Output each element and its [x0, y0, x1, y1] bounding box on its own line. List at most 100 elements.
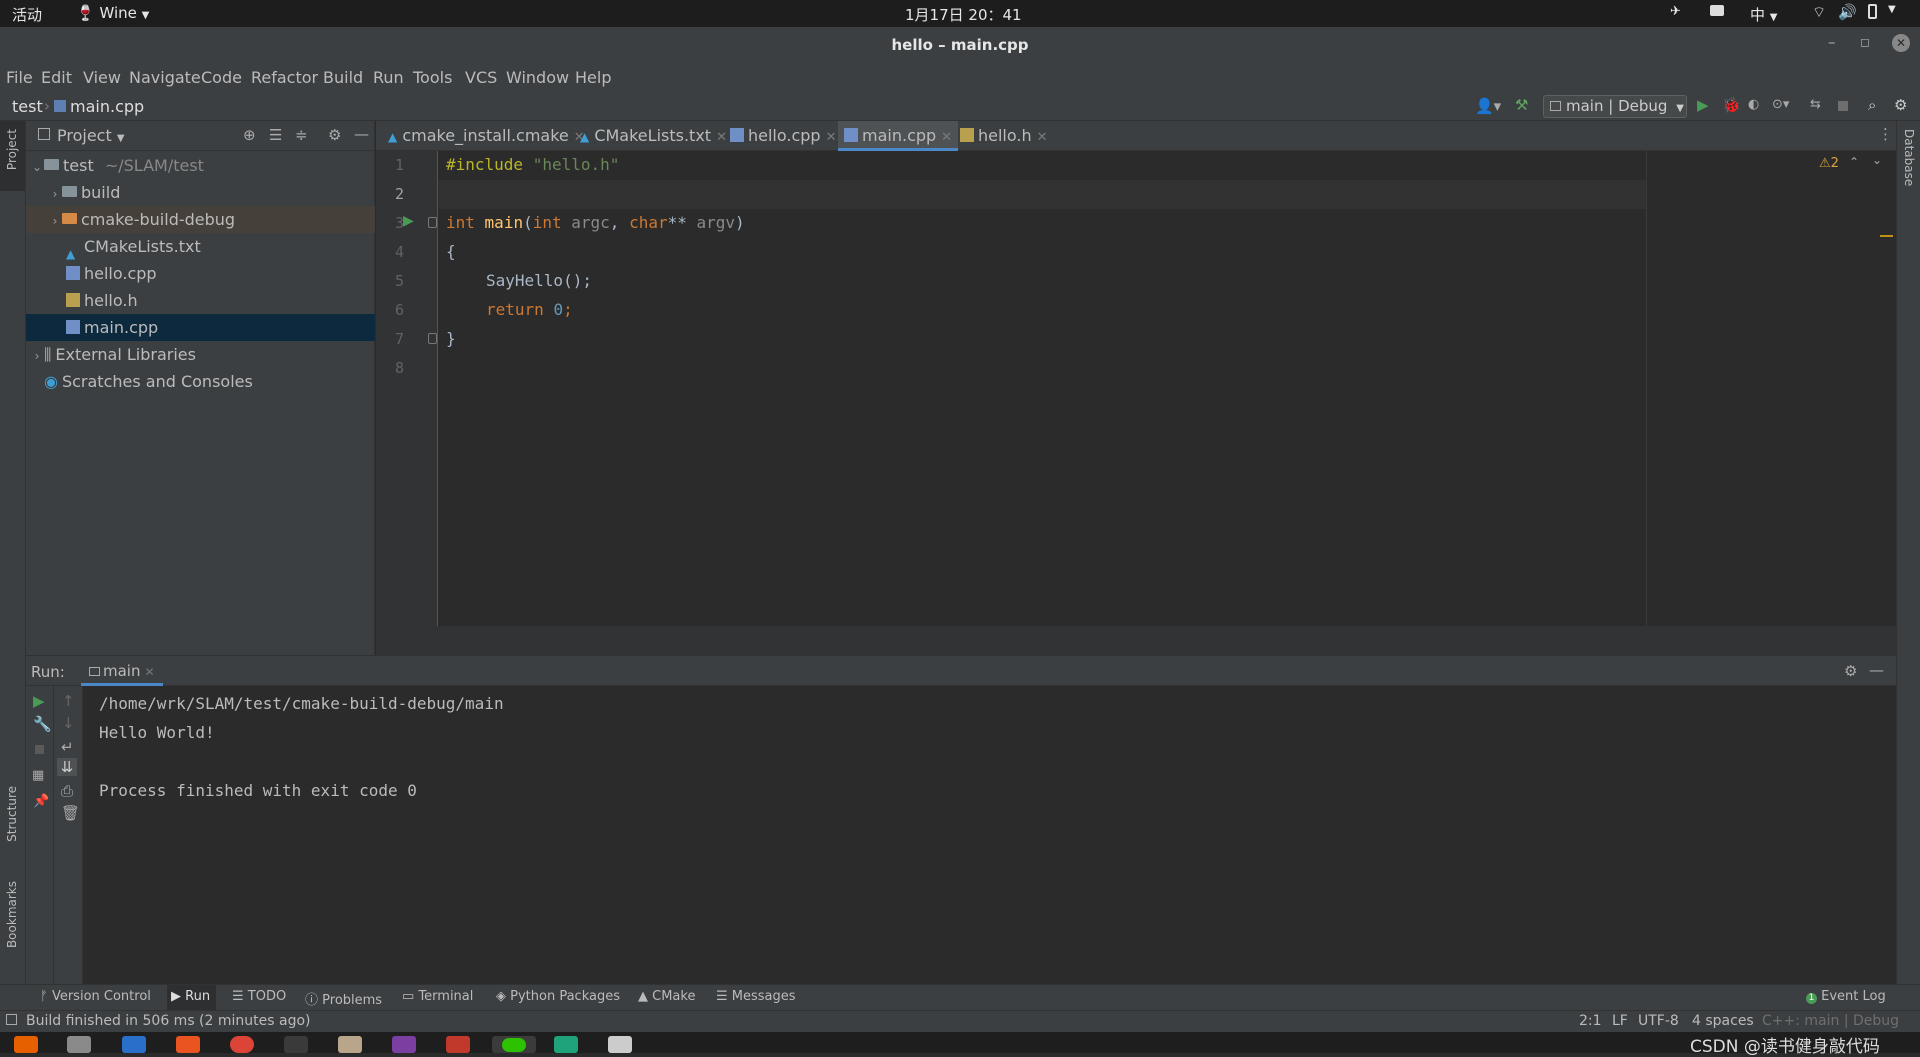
tree-item-cmake-build-debug[interactable]: › cmake-build-debug: [26, 206, 375, 233]
database-tool-button[interactable]: Database: [1897, 129, 1920, 209]
input-method[interactable]: 中 ▼: [1750, 4, 1778, 25]
stop-icon[interactable]: [35, 745, 44, 754]
close-tab-icon[interactable]: ✕: [941, 130, 952, 145]
coverage-icon[interactable]: ◐: [1748, 97, 1759, 112]
run-settings-icon[interactable]: ⚙: [1844, 662, 1857, 680]
pycharm-icon[interactable]: [392, 1036, 416, 1053]
menu-build[interactable]: Build: [323, 68, 363, 87]
soft-wrap-icon[interactable]: ↵: [61, 738, 74, 756]
menu-file[interactable]: File: [6, 68, 33, 87]
run-tab-main[interactable]: main ✕: [81, 656, 163, 686]
run-gutter-icon[interactable]: ▶: [403, 213, 414, 229]
tab-cmake[interactable]: ▲ CMake: [638, 989, 695, 1004]
wechat-icon[interactable]: [492, 1036, 536, 1053]
close-tab-icon[interactable]: ✕: [826, 130, 837, 145]
clock[interactable]: 1月17日 20：41: [905, 4, 1022, 25]
wrench-icon[interactable]: 🔧: [33, 715, 52, 733]
wine-app-menu[interactable]: 🍷 Wine ▼: [76, 4, 149, 22]
archive-icon[interactable]: [338, 1036, 362, 1053]
rerun-icon[interactable]: ▶: [33, 692, 45, 710]
status-message[interactable]: Build finished in 506 ms (2 minutes ago): [26, 1013, 311, 1029]
file-encoding[interactable]: UTF-8: [1638, 1013, 1679, 1029]
tab-cmakelists[interactable]: ▲ CMakeLists.txt ✕: [574, 121, 733, 151]
structure-tool-button[interactable]: Structure: [0, 786, 25, 866]
tree-item-hello-cpp[interactable]: hello.cpp: [26, 260, 375, 287]
tab-menu-icon[interactable]: ⋮: [1878, 125, 1893, 143]
software-center-icon[interactable]: [176, 1036, 200, 1053]
clion-icon[interactable]: [554, 1036, 578, 1053]
arrow-down-icon[interactable]: ↓: [62, 714, 75, 732]
hide-panel-icon[interactable]: —: [1869, 661, 1884, 679]
locate-file-icon[interactable]: ⊕: [243, 126, 256, 144]
menu-code[interactable]: Code: [201, 68, 242, 87]
trash-icon[interactable]: 🗑: [61, 804, 80, 822]
collapse-all-icon[interactable]: ≑: [295, 126, 308, 144]
pin-icon[interactable]: 📌: [33, 794, 49, 809]
breadcrumb-project[interactable]: test: [12, 97, 43, 116]
tree-item-main-cpp[interactable]: main.cpp: [26, 314, 375, 341]
keyboard-icon[interactable]: [1710, 5, 1724, 16]
usb-icon[interactable]: [446, 1036, 470, 1053]
event-log-button[interactable]: 1 Event Log: [1806, 989, 1886, 1004]
tab-version-control[interactable]: ᚠ Version Control: [40, 989, 151, 1004]
scroll-to-end-icon[interactable]: ⇊: [57, 758, 77, 776]
menu-tools[interactable]: Tools: [413, 68, 452, 87]
tab-main-cpp[interactable]: main.cpp ✕: [838, 121, 959, 151]
tab-python-packages[interactable]: ◈ Python Packages: [496, 989, 620, 1004]
close-tab-icon[interactable]: ✕: [1037, 130, 1048, 145]
debug-icon[interactable]: 🐞: [1722, 96, 1741, 114]
stop-icon[interactable]: [1838, 101, 1848, 111]
network-manager-icon[interactable]: ✈: [1670, 4, 1681, 19]
indent-setting[interactable]: 4 spaces: [1692, 1013, 1754, 1029]
menu-navigate[interactable]: Navigate: [129, 68, 201, 87]
attach-icon[interactable]: ⇆: [1810, 97, 1821, 112]
warning-stripe-marker[interactable]: [1880, 235, 1893, 237]
build-hammer-icon[interactable]: ⚒: [1515, 96, 1528, 114]
fold-icon[interactable]: [428, 333, 437, 344]
chrome-icon[interactable]: [230, 1036, 254, 1053]
volume-icon[interactable]: 🔊: [1838, 3, 1857, 21]
terminal-app-icon[interactable]: [284, 1036, 308, 1053]
tree-item-build[interactable]: › build: [26, 179, 375, 206]
run-icon[interactable]: ▶: [1697, 96, 1709, 114]
files-icon[interactable]: [67, 1036, 91, 1053]
settings-gear-icon[interactable]: ⚙: [1894, 96, 1907, 114]
menu-view[interactable]: View: [83, 68, 121, 87]
firefox-icon[interactable]: [14, 1036, 38, 1053]
chevron-up-icon[interactable]: ⌃: [1849, 155, 1859, 169]
tab-messages[interactable]: ☰ Messages: [716, 989, 796, 1004]
bookmarks-tool-button[interactable]: Bookmarks: [0, 881, 25, 971]
inspection-widget[interactable]: ⚠2: [1819, 156, 1839, 171]
search-icon[interactable]: ⌕: [1868, 96, 1876, 114]
tab-todo[interactable]: ☰ TODO: [232, 989, 286, 1004]
system-menu-arrow-icon[interactable]: ▼: [1888, 4, 1896, 15]
code-editor[interactable]: #include "hello.h" int main(int argc, ch…: [439, 151, 1896, 626]
chevron-down-icon[interactable]: ⌄: [1872, 153, 1882, 167]
maximize-icon[interactable]: ◻: [1860, 35, 1870, 49]
tab-cmake-install[interactable]: ▲ cmake_install.cmake ✕: [382, 121, 591, 151]
hide-panel-icon[interactable]: —: [354, 125, 369, 143]
tab-hello-h[interactable]: hello.h ✕: [954, 121, 1054, 151]
project-view-select[interactable]: Project ▼: [57, 126, 125, 145]
user-icon[interactable]: 👤▾: [1475, 97, 1501, 115]
layout-icon[interactable]: ▦: [32, 768, 44, 783]
tree-external-libraries[interactable]: › ⫼ External Libraries: [26, 341, 375, 368]
caret-position[interactable]: 2:1: [1579, 1013, 1602, 1029]
fold-icon[interactable]: [428, 217, 437, 228]
resolve-context[interactable]: C++: main | Debug: [1762, 1013, 1899, 1029]
run-configuration-select[interactable]: main | Debug ▼: [1543, 95, 1687, 118]
tree-root-test[interactable]: ⌄ test ~/SLAM/test: [26, 152, 375, 179]
profile-icon[interactable]: ⊙▾: [1772, 97, 1789, 112]
tree-item-hello-h[interactable]: hello.h: [26, 287, 375, 314]
menu-vcs[interactable]: VCS: [465, 68, 497, 87]
activities-button[interactable]: 活动: [12, 4, 42, 25]
menu-refactor[interactable]: Refactor: [251, 68, 318, 87]
layout-toggle-icon[interactable]: [6, 1014, 17, 1025]
menu-window[interactable]: Window: [506, 68, 569, 87]
close-window-icon[interactable]: ✕: [1892, 34, 1910, 52]
wifi-icon[interactable]: ⌔: [1812, 3, 1826, 22]
minimize-icon[interactable]: –: [1828, 33, 1836, 51]
arrow-up-icon[interactable]: ↑: [62, 692, 75, 710]
menu-edit[interactable]: Edit: [41, 68, 72, 87]
project-tool-button[interactable]: Project: [0, 121, 25, 191]
